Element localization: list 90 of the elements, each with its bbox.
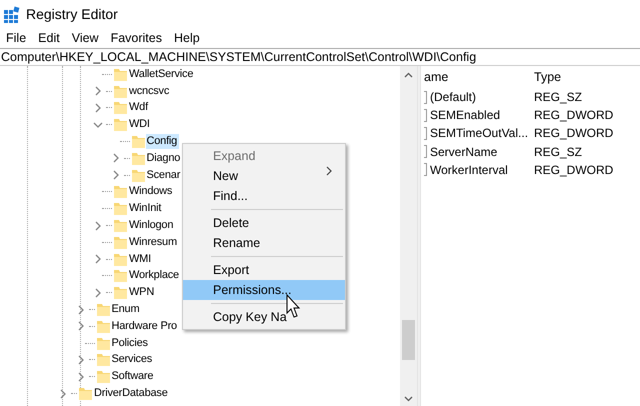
column-header[interactable]: Type	[534, 68, 614, 86]
tree-item[interactable]: WDI	[128, 117, 152, 132]
folder-icon	[113, 66, 128, 82]
expand-icon[interactable]	[93, 254, 103, 264]
tree-item[interactable]: Diagno	[146, 150, 182, 166]
menu-item[interactable]: New	[183, 166, 345, 186]
value-icon	[424, 126, 427, 140]
folder-icon	[113, 201, 128, 216]
tree-item[interactable]: Services	[110, 352, 154, 368]
value-icon	[424, 108, 427, 122]
tree-item[interactable]: Enum	[110, 302, 142, 318]
tree-item[interactable]: Hardware Pro	[110, 318, 179, 334]
value-name[interactable]: ServerName	[430, 142, 498, 161]
tree-item[interactable]: WMI	[128, 252, 154, 267]
value-name[interactable]: (Default)	[430, 88, 476, 106]
collapse-icon[interactable]	[93, 120, 103, 130]
tree-item[interactable]: Winresum	[128, 234, 179, 250]
tree-item[interactable]: Scenar	[146, 168, 182, 183]
expand-icon[interactable]	[93, 86, 103, 96]
folder-icon	[113, 84, 128, 99]
menu-item[interactable]: Help	[168, 28, 206, 48]
folder-icon	[113, 252, 128, 267]
value-type: REG_DWORD	[534, 162, 614, 179]
folder-icon	[130, 150, 146, 166]
scrollbar[interactable]	[400, 66, 417, 406]
tree-item[interactable]: WPN	[128, 285, 156, 300]
menu-item[interactable]: View	[66, 28, 105, 48]
value-icon	[424, 90, 427, 104]
menu-item[interactable]: Find...	[183, 186, 345, 206]
menu-item[interactable]: Copy Key Na	[183, 307, 345, 327]
folder-icon	[113, 268, 128, 284]
folder-icon	[113, 234, 128, 250]
value-type: REG_DWORD	[534, 125, 614, 142]
tree-item[interactable]: Config	[146, 134, 180, 150]
folder-icon	[113, 184, 128, 200]
folder-icon	[78, 386, 93, 402]
column-header[interactable]: ame	[424, 68, 534, 86]
expand-icon[interactable]	[58, 388, 68, 399]
value-type: REG_SZ	[534, 144, 582, 161]
tree-item[interactable]: Workplace	[128, 268, 181, 284]
menu-item[interactable]: Export	[183, 260, 345, 280]
folder-icon	[113, 285, 128, 300]
value-name[interactable]: SEMEnabled	[430, 106, 500, 124]
folder-icon	[96, 336, 110, 351]
expand-icon[interactable]	[76, 354, 86, 365]
tree-item[interactable]: WinInit	[128, 201, 164, 216]
value-name[interactable]: WorkerInterval	[430, 160, 508, 179]
folder-icon	[96, 318, 110, 334]
menu-item[interactable]: Edit	[32, 28, 66, 48]
window-title: Registry Editor	[26, 4, 118, 24]
folder-icon	[113, 117, 128, 132]
tree-item[interactable]: Windows	[128, 184, 174, 200]
menu-item[interactable]: Favorites	[104, 28, 168, 48]
menu-item[interactable]: Rename	[183, 233, 345, 253]
expand-icon[interactable]	[93, 102, 103, 113]
folder-icon	[113, 100, 128, 116]
tree-item[interactable]: wcncsvc	[128, 84, 172, 99]
menu-item[interactable]: File	[0, 28, 32, 48]
tree-item[interactable]: DriverDatabase	[93, 386, 170, 402]
value-type: REG_DWORD	[534, 107, 614, 124]
folder-icon	[96, 369, 110, 384]
scroll-thumb[interactable]	[402, 320, 415, 360]
value-type: REG_SZ	[534, 89, 582, 106]
expand-icon[interactable]	[110, 170, 120, 180]
expand-icon[interactable]	[76, 372, 86, 382]
tree-item[interactable]: Policies	[110, 336, 150, 351]
expand-icon[interactable]	[76, 321, 86, 332]
registry-editor-icon	[3, 6, 20, 22]
tree-item[interactable]: Software	[110, 369, 156, 384]
address-bar[interactable]: Computer\HKEY_LOCAL_MACHINE\SYSTEM\CurrentControlSet\Control\WDI\Config	[0, 48, 640, 66]
menu-item[interactable]: Permissions...	[183, 280, 345, 300]
expand-icon[interactable]	[110, 153, 120, 164]
menu-item[interactable]: Delete	[183, 213, 345, 233]
tree-item[interactable]: Wdf	[128, 100, 150, 116]
folder-icon	[130, 134, 146, 150]
tree-item[interactable]: Winlogon	[128, 218, 176, 234]
value-name[interactable]: SEMTimeOutVal...	[430, 124, 528, 142]
scroll-down-icon[interactable]	[404, 396, 413, 402]
expand-icon[interactable]	[93, 220, 103, 231]
scroll-up-icon[interactable]	[404, 72, 413, 78]
mouse-pointer-icon	[286, 294, 302, 320]
tree-item[interactable]: WalletService	[128, 66, 196, 82]
folder-icon	[96, 302, 110, 318]
value-icon	[424, 145, 427, 158]
expand-icon[interactable]	[93, 288, 103, 298]
value-icon	[424, 163, 427, 176]
folder-icon	[113, 218, 128, 234]
expand-icon[interactable]	[76, 304, 86, 315]
folder-icon	[130, 168, 146, 183]
folder-icon	[96, 352, 110, 368]
